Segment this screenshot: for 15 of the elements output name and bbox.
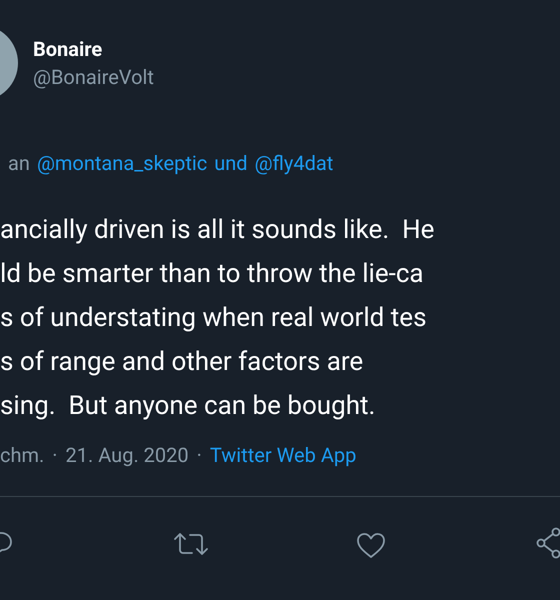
source-link[interactable]: Twitter Web App	[210, 440, 356, 470]
mention-link[interactable]: @fly4dat	[254, 148, 334, 178]
reply-prefix: an	[8, 150, 30, 177]
tweet-date: 21. Aug. 2020	[66, 442, 189, 469]
retweet-icon[interactable]	[173, 531, 209, 557]
author-handle: @BonaireVolt	[33, 64, 154, 91]
like-icon[interactable]	[356, 531, 386, 559]
share-icon[interactable]	[536, 527, 560, 559]
author-name: Bonaire	[33, 36, 104, 63]
reply-joiner: und	[214, 150, 248, 177]
separator-dot: ·	[196, 442, 202, 469]
tweet-time: chm.	[0, 442, 44, 469]
tweet-text: ancially driven is all it sounds like. He ld be smarter than to throw the lie-ca s of understating when real world tes s of range and other factors are sing. But anyone can be bought.	[0, 214, 434, 423]
separator-dot: ·	[52, 442, 58, 469]
mention-link[interactable]: @montana_skeptic	[36, 148, 208, 178]
